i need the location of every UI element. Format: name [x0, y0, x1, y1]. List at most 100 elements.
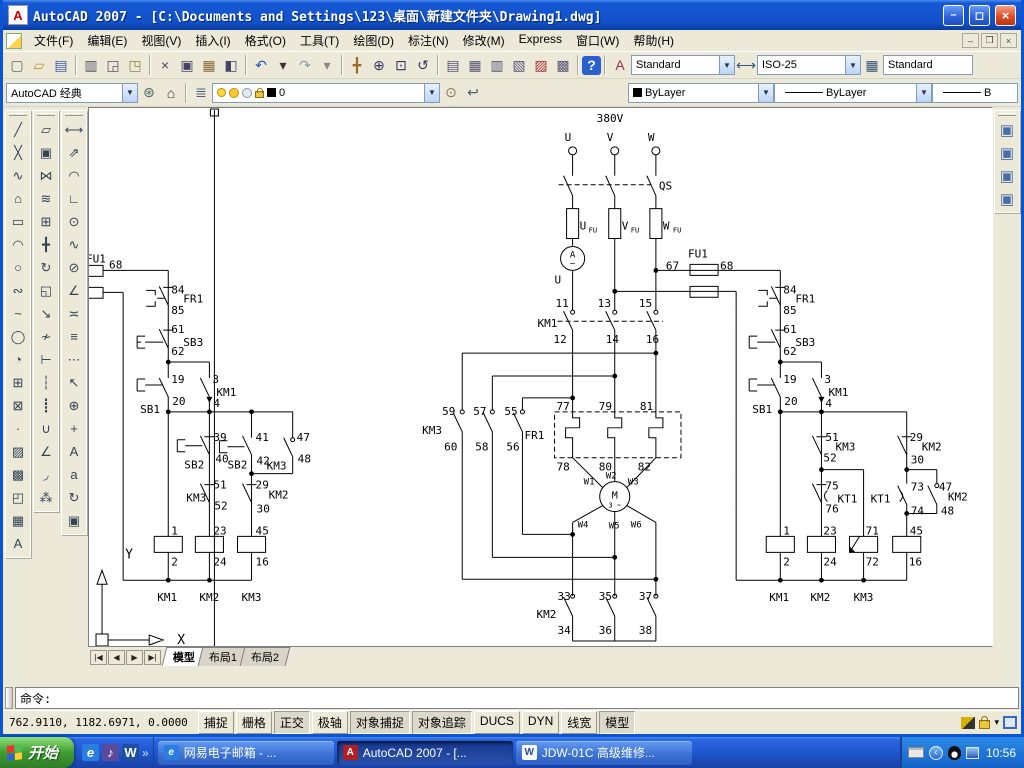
ordinate-dimension-icon[interactable]: ∟ [62, 187, 86, 210]
task-autocad[interactable]: AAutoCAD 2007 - [... [337, 741, 513, 765]
properties-icon[interactable]: ▤ [442, 54, 464, 76]
chevron-down-icon[interactable]: ▼ [719, 56, 734, 74]
layer-unlock-icon[interactable] [255, 91, 264, 98]
construction-line-icon[interactable]: ╳ [6, 141, 30, 164]
status-toggle-ducs[interactable]: DUCS [474, 711, 520, 734]
match-properties-icon[interactable]: ◧ [220, 54, 242, 76]
ellipse-arc-icon[interactable]: ◔ [6, 348, 30, 371]
layer-properties-manager-icon[interactable]: ≣ [190, 82, 212, 104]
layer-thaw-sun-icon[interactable] [229, 88, 239, 98]
offset-icon[interactable]: ≋ [34, 187, 58, 210]
save-icon[interactable]: ▤ [50, 54, 72, 76]
make-layer-current-icon[interactable]: ⊙ [440, 82, 462, 104]
redo-dropdown-icon[interactable]: ▾ [316, 54, 338, 76]
coordinate-readout[interactable]: 762.9110, 1182.6971, 0.0000 [7, 714, 196, 731]
make-block-icon[interactable]: ⊠ [6, 394, 30, 417]
move-icon[interactable]: ╋ [34, 233, 58, 256]
mirror-icon[interactable]: ⋈ [34, 164, 58, 187]
quickcalc-icon[interactable]: ▩ [552, 54, 574, 76]
ellipse-icon[interactable]: ◯ [6, 325, 30, 348]
redo-icon[interactable]: ↷ [294, 54, 316, 76]
chamfer-icon[interactable]: ∠ [34, 440, 58, 463]
copy-clip-icon[interactable]: ▣ [176, 54, 198, 76]
dim-style-combo[interactable]: ISO-25 ▼ [757, 55, 861, 75]
color-combo[interactable]: ByLayer ▼ [628, 83, 774, 103]
chevron-down-icon[interactable]: ▼ [424, 84, 439, 102]
doc-minimize-button[interactable]: – [962, 33, 979, 48]
command-input[interactable]: 命令: [15, 687, 1019, 709]
quick-launch-overflow-icon[interactable]: » [142, 746, 149, 760]
hide-tray-icons-button[interactable]: ‹ [929, 746, 943, 760]
menu-view[interactable]: 视图(V) [134, 30, 188, 51]
zoom-window-icon[interactable]: ⊡ [390, 54, 412, 76]
chevron-down-icon[interactable]: ▼ [916, 84, 931, 102]
arc-icon[interactable]: ◠ [6, 233, 30, 256]
dim-style-icon[interactable]: ⟷ [735, 54, 757, 76]
last-tab-button[interactable]: ▶| [144, 650, 161, 665]
array-icon[interactable]: ⊞ [34, 210, 58, 233]
menu-file[interactable]: 文件(F) [27, 30, 80, 51]
help-icon[interactable]: ? [582, 56, 601, 75]
status-toggle-osnap[interactable]: 对象捕捉 [350, 711, 410, 734]
radius-dimension-icon[interactable]: ⊙ [62, 210, 86, 233]
zoom-previous-icon[interactable]: ↺ [412, 54, 434, 76]
plot-preview-icon[interactable]: ◲ [102, 54, 124, 76]
polygon-icon[interactable]: ⌂ [6, 187, 30, 210]
keyboard-layout-icon[interactable] [908, 747, 924, 758]
media-app-icon[interactable]: ♪ [102, 744, 119, 761]
zoom-realtime-icon[interactable]: ⊕ [368, 54, 390, 76]
text-style-icon[interactable]: A [609, 54, 631, 76]
bring-to-front-icon[interactable]: ▣ [995, 118, 1019, 141]
designcenter-icon[interactable]: ▦ [464, 54, 486, 76]
dim-style-icon[interactable]: ▣ [62, 509, 86, 532]
status-toggle-dyn[interactable]: DYN [522, 711, 559, 734]
undo-icon[interactable]: ↶ [250, 54, 272, 76]
continue-dimension-icon[interactable]: ⋯ [62, 348, 86, 371]
scale-icon[interactable]: ◱ [34, 279, 58, 302]
toolbar-grip[interactable] [9, 113, 27, 116]
table-style-combo[interactable]: Standard [883, 55, 973, 75]
polyline-icon[interactable]: ∿ [6, 164, 30, 187]
layer-previous-icon[interactable]: ↩ [462, 82, 484, 104]
revision-cloud-icon[interactable]: ∾ [6, 279, 30, 302]
tolerance-icon[interactable]: ⊕ [62, 394, 86, 417]
linetype-combo[interactable]: ByLayer ▼ [774, 83, 932, 103]
send-under-objects-icon[interactable]: ▣ [995, 187, 1019, 210]
table-style-icon[interactable]: ▦ [861, 54, 883, 76]
angular-dimension-icon[interactable]: ∠ [62, 279, 86, 302]
menu-insert[interactable]: 插入(I) [188, 30, 237, 51]
break-at-point-icon[interactable]: ┆ [34, 371, 58, 394]
network-icon[interactable] [966, 747, 979, 759]
multiline-text-icon[interactable]: A [6, 532, 30, 555]
status-toggle-grid[interactable]: 栅格 [236, 711, 272, 734]
task-word-doc[interactable]: WJDW-01C 高级维修... [516, 741, 692, 765]
layer-on-bulb-icon[interactable] [217, 88, 226, 97]
gradient-icon[interactable]: ▩ [6, 463, 30, 486]
circuit-svg[interactable]: 380VUVWQSUFUVFUWFUA~U67FU168111315KM1121… [89, 108, 992, 646]
publish-icon[interactable]: ◳ [124, 54, 146, 76]
my-workspace-icon[interactable]: ⌂ [160, 82, 182, 104]
toolbar-grip[interactable] [998, 113, 1016, 116]
extend-icon[interactable]: ⊢ [34, 348, 58, 371]
toolbar-grip[interactable] [37, 113, 55, 116]
copy-object-icon[interactable]: ▣ [34, 141, 58, 164]
dimension-update-icon[interactable]: ↻ [62, 486, 86, 509]
menu-help[interactable]: 帮助(H) [626, 30, 681, 51]
toolbar-grip[interactable] [65, 113, 83, 116]
cut-icon[interactable]: × [154, 54, 176, 76]
menu-edit[interactable]: 编辑(E) [80, 30, 134, 51]
chevron-down-icon[interactable]: ▼ [758, 84, 773, 102]
close-button[interactable]: × [995, 5, 1016, 26]
status-toggle-otrack[interactable]: 对象追踪 [412, 711, 472, 734]
new-file-icon[interactable]: ▢ [6, 54, 28, 76]
chevron-down-icon[interactable]: ▼ [122, 84, 137, 102]
region-icon[interactable]: ◰ [6, 486, 30, 509]
paste-icon[interactable]: ▦ [198, 54, 220, 76]
communication-center-icon[interactable] [961, 717, 975, 729]
diameter-dimension-icon[interactable]: ⊘ [62, 256, 86, 279]
open-file-icon[interactable]: ▱ [28, 54, 50, 76]
internet-explorer-icon[interactable]: e [82, 744, 99, 761]
linear-dimension-icon[interactable]: ⟷ [62, 118, 86, 141]
jogged-dimension-icon[interactable]: ∿ [62, 233, 86, 256]
menu-format[interactable]: 格式(O) [238, 30, 293, 51]
